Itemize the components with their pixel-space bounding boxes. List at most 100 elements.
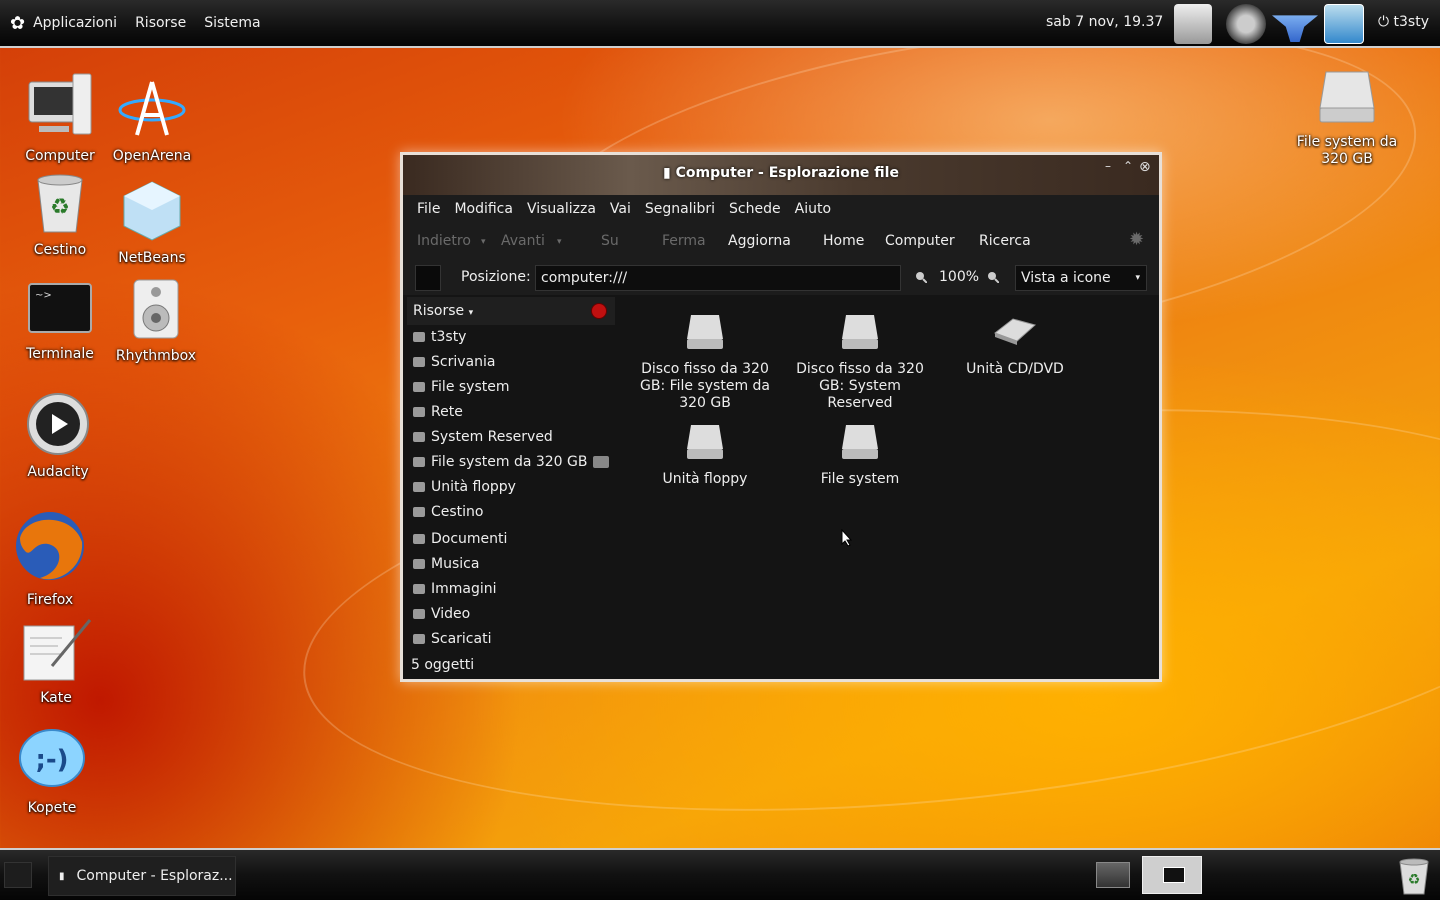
back-history-icon[interactable]: ▾ xyxy=(481,237,486,247)
reload-button[interactable]: Aggiorna xyxy=(728,233,791,249)
back-button[interactable]: Indietro xyxy=(417,233,471,249)
menu-aiuto[interactable]: Aiuto xyxy=(795,201,831,217)
desktop-icon-filesystem[interactable]: File system da 320 GB xyxy=(1284,66,1410,168)
desktop-icon-kopete[interactable]: ;-) Kopete xyxy=(2,728,102,817)
menu-sistema[interactable]: Sistema xyxy=(204,15,260,31)
sidebar-item-label: File system da 320 GB xyxy=(431,454,588,470)
computer-button[interactable]: Computer xyxy=(885,233,955,249)
view-mode-select[interactable]: Vista a icone ▾ xyxy=(1015,265,1147,291)
sidebar-item-rete[interactable]: Rete xyxy=(407,402,615,424)
desktop-icon-netbeans[interactable]: NetBeans xyxy=(102,180,202,267)
firefox-icon xyxy=(16,512,84,580)
file-item-disco-320[interactable]: Disco fisso da 320 GB: File system da 32… xyxy=(635,311,775,412)
chevron-down-icon: ▾ xyxy=(1135,273,1140,283)
home-button[interactable]: Home xyxy=(823,233,864,249)
minimize-icon[interactable]: – xyxy=(1105,159,1111,173)
status-text: 5 oggetti xyxy=(411,657,475,673)
trash-applet-icon[interactable]: ♻ xyxy=(1396,856,1432,896)
desktop-icon-rhythmbox[interactable]: Rhythmbox xyxy=(106,278,206,365)
sidebar-item-video[interactable]: Video xyxy=(407,604,615,626)
menu-visualizza[interactable]: Visualizza xyxy=(527,201,596,217)
user-switcher[interactable]: ⏻ t3sty xyxy=(1378,14,1429,30)
sidebar-item-immagini[interactable]: Immagini xyxy=(407,579,615,601)
sidebar-item-musica[interactable]: Musica xyxy=(407,554,615,576)
file-item-system-reserved[interactable]: Disco fisso da 320 GB: System Reserved xyxy=(790,311,930,412)
workspace-2[interactable] xyxy=(1142,856,1202,894)
file-manager-window: ▮ Computer - Esplorazione file – ⌃ ⊗ Fil… xyxy=(400,152,1162,682)
desktop-icon-cestino[interactable]: ♻ Cestino xyxy=(10,172,110,259)
file-item-file-system[interactable]: File system xyxy=(790,421,930,488)
file-item-cd-dvd[interactable]: Unità CD/DVD xyxy=(945,311,1085,378)
sidebar-item-file-system-320[interactable]: File system da 320 GB xyxy=(407,452,615,474)
user-name: t3sty xyxy=(1393,14,1429,30)
chevron-down-icon: ▾ xyxy=(468,308,474,318)
desktop-icon-audacity[interactable]: Audacity xyxy=(8,392,108,481)
file-item-floppy[interactable]: Unità floppy xyxy=(635,421,775,488)
svg-text:~>: ~> xyxy=(35,290,52,301)
forward-button[interactable]: Avanti xyxy=(501,233,545,249)
menu-applicazioni[interactable]: Applicazioni xyxy=(33,15,117,31)
location-bar: Posizione: computer:/// 100% Vista a ico… xyxy=(403,259,1159,295)
eject-icon[interactable] xyxy=(593,456,609,468)
sidebar-type-select[interactable]: Risorse ▾ xyxy=(413,303,473,319)
workspace-1[interactable] xyxy=(1096,862,1130,888)
cursor-icon[interactable] xyxy=(1324,4,1364,44)
sidebar-close-icon[interactable] xyxy=(591,303,607,319)
menu-schede[interactable]: Schede xyxy=(729,201,781,217)
workspace-window-thumbnail xyxy=(1163,867,1185,883)
taskbar-window-button[interactable]: ▮ Computer - Esploraz... xyxy=(48,856,236,896)
desktop-icon-label: Computer xyxy=(25,148,95,164)
zoom-out-icon[interactable] xyxy=(915,271,927,283)
sidebar-item-file-system[interactable]: File system xyxy=(407,377,615,399)
folder-icon xyxy=(413,634,425,644)
sidebar-item-system-reserved[interactable]: System Reserved xyxy=(407,427,615,449)
bottom-panel: ▮ Computer - Esploraz... ♻ xyxy=(0,848,1440,900)
menu-segnalibri[interactable]: Segnalibri xyxy=(645,201,715,217)
location-input[interactable]: computer:/// xyxy=(535,265,901,291)
desktop-icon-computer[interactable]: Computer xyxy=(10,70,110,165)
search-button[interactable]: Ricerca xyxy=(979,233,1031,249)
maximize-icon[interactable]: ⌃ xyxy=(1123,159,1133,173)
kate-icon xyxy=(23,619,92,681)
sidebar-item-label: Scaricati xyxy=(431,631,492,647)
show-desktop-button[interactable] xyxy=(4,862,32,888)
sidebar-item-scaricati[interactable]: Scaricati xyxy=(407,629,615,651)
network-icon[interactable] xyxy=(1226,4,1266,44)
location-toggle-button[interactable] xyxy=(415,265,441,291)
desktop-icon-firefox[interactable]: Firefox xyxy=(0,508,100,609)
desktop-icon-kate[interactable]: Kate xyxy=(6,618,106,707)
zoom-level[interactable]: 100% xyxy=(939,269,979,285)
file-label: Unità floppy xyxy=(662,471,748,487)
sidebar-item-t3sty[interactable]: t3sty xyxy=(407,327,615,349)
menu-file[interactable]: File xyxy=(417,201,440,217)
clock[interactable]: sab 7 nov, 19.37 xyxy=(1046,14,1163,30)
sidebar-item-cestino[interactable]: Cestino xyxy=(407,502,615,524)
sidebar-item-label: Cestino xyxy=(431,504,484,520)
up-button[interactable]: Su xyxy=(601,233,619,249)
desktop-icon-label: Cestino xyxy=(33,242,87,258)
desktop-icon-openarena[interactable]: OpenArena xyxy=(102,80,202,165)
speaker-icon[interactable] xyxy=(1174,4,1212,44)
zoom-in-icon[interactable] xyxy=(987,271,999,283)
floppy-drive-icon xyxy=(687,425,723,459)
sidebar-item-label: Immagini xyxy=(431,581,497,597)
sidebar-item-documenti[interactable]: Documenti xyxy=(407,529,615,551)
desktop-icon-terminale[interactable]: ~> Terminale xyxy=(10,282,110,363)
drive-icon xyxy=(413,432,425,442)
openarena-icon xyxy=(118,81,186,136)
stop-button[interactable]: Ferma xyxy=(662,233,706,249)
gnome-foot-icon[interactable]: ✿ xyxy=(10,13,25,34)
file-label: File system xyxy=(820,471,900,487)
file-label: Disco fisso da 320 GB: File system da 32… xyxy=(639,361,771,411)
window-titlebar[interactable]: ▮ Computer - Esplorazione file – ⌃ ⊗ xyxy=(403,155,1159,195)
forward-history-icon[interactable]: ▾ xyxy=(557,237,562,247)
menu-risorse[interactable]: Risorse xyxy=(135,15,186,31)
sidebar-item-scrivania[interactable]: Scrivania xyxy=(407,352,615,374)
sidebar-item-unita-floppy[interactable]: Unità floppy xyxy=(407,477,615,499)
download-icon[interactable] xyxy=(1272,15,1318,42)
menu-modifica[interactable]: Modifica xyxy=(454,201,513,217)
file-icon-view[interactable]: Disco fisso da 320 GB: File system da 32… xyxy=(619,297,1155,655)
close-icon[interactable]: ⊗ xyxy=(1139,159,1151,175)
menu-vai[interactable]: Vai xyxy=(610,201,631,217)
folder-icon xyxy=(413,534,425,544)
